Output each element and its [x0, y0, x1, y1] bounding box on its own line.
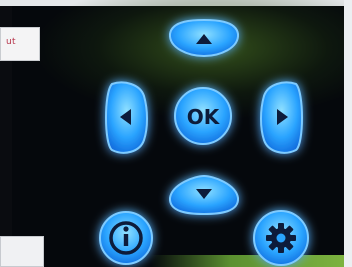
- photo-scene: ut OK: [0, 0, 352, 267]
- right-button[interactable]: [260, 81, 303, 154]
- ok-label: OK: [187, 105, 221, 129]
- left-button[interactable]: [105, 81, 148, 154]
- settings-button[interactable]: [253, 210, 309, 266]
- gear-icon: [266, 223, 296, 253]
- down-button[interactable]: [168, 174, 240, 216]
- ok-button[interactable]: OK: [174, 87, 232, 145]
- up-button[interactable]: [168, 18, 240, 58]
- keypad: OK: [99, 18, 309, 266]
- info-button[interactable]: [99, 211, 153, 265]
